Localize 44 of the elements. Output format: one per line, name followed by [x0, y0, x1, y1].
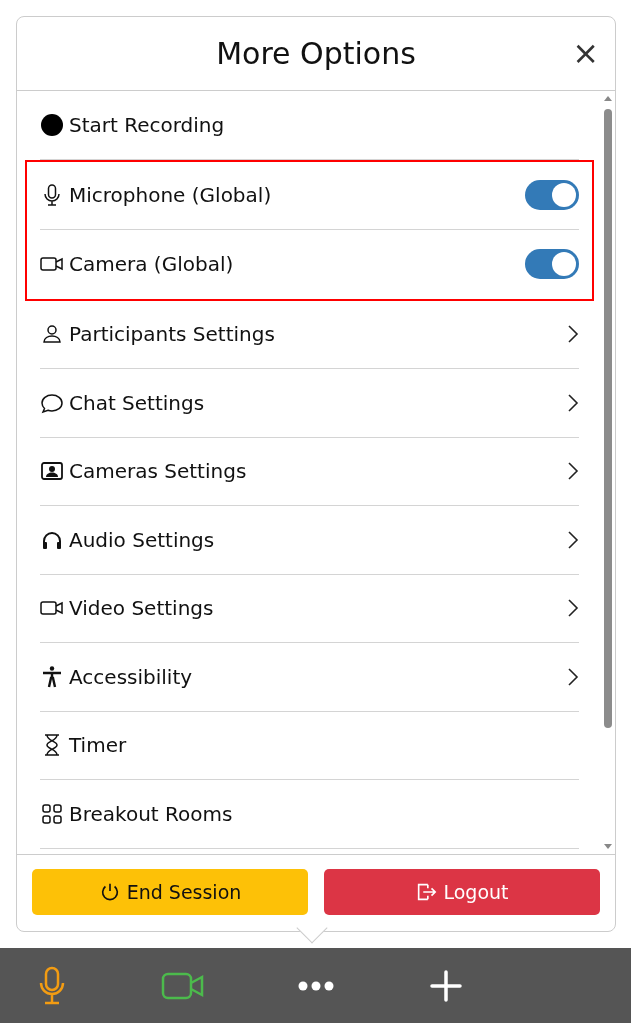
menu-label: Accessibility [69, 663, 194, 691]
more-options-button[interactable] [298, 980, 334, 991]
menu-label: Microphone (Global) [69, 182, 273, 210]
toggle-switch[interactable] [525, 180, 579, 211]
accessibility-icon [40, 664, 64, 689]
menu-label: Timer [69, 732, 128, 760]
menu-label: Cameras Settings [69, 458, 248, 486]
menu-item[interactable]: Chat Settings [40, 369, 579, 438]
grid-icon [40, 801, 64, 826]
chevron-right-icon [567, 529, 579, 550]
menu-label: Camera (Global) [69, 251, 235, 279]
menu-item[interactable]: Timer [40, 711, 579, 780]
chevron-right-icon [567, 666, 579, 687]
footer-button[interactable]: End Session [32, 869, 308, 915]
menu-item[interactable]: Microphone (Global) [40, 161, 579, 230]
menu-item[interactable]: Video Settings [40, 574, 579, 643]
scroll-up-icon[interactable] [603, 95, 613, 101]
menu-label: Start Recording [69, 111, 226, 139]
record-icon [40, 112, 64, 137]
menu-item[interactable]: Start Recording [40, 91, 579, 160]
menu-item[interactable]: Participants Settings [40, 300, 579, 369]
footer-button[interactable]: Logout [324, 869, 600, 915]
chevron-right-icon [567, 392, 579, 413]
scrollbar-thumb[interactable] [604, 109, 612, 728]
chevron-right-icon [567, 461, 579, 482]
menu-item[interactable]: Accessibility [40, 643, 579, 712]
menu-label: Audio Settings [69, 526, 216, 554]
add-button[interactable] [430, 969, 462, 1002]
close-button[interactable]: × [568, 37, 603, 69]
menu-item[interactable]: Camera (Global) [40, 230, 579, 299]
menu-item[interactable]: Cameras Settings [40, 437, 579, 506]
dialog-title: More Options [216, 35, 416, 72]
menu-label: Video Settings [69, 595, 215, 623]
toggle-switch[interactable] [525, 249, 579, 280]
scroll-down-icon[interactable] [603, 844, 613, 850]
menu-item[interactable]: Audio Settings [40, 506, 579, 575]
logout-icon [415, 881, 438, 903]
menu-label: Breakout Rooms [69, 800, 234, 828]
camera-button[interactable] [161, 971, 205, 1000]
chevron-right-icon [567, 598, 579, 619]
menu-label: Chat Settings [69, 389, 206, 417]
menu-item[interactable]: Breakout Rooms [40, 780, 579, 849]
chevron-right-icon [567, 324, 579, 345]
menu-label: Participants Settings [69, 321, 276, 349]
